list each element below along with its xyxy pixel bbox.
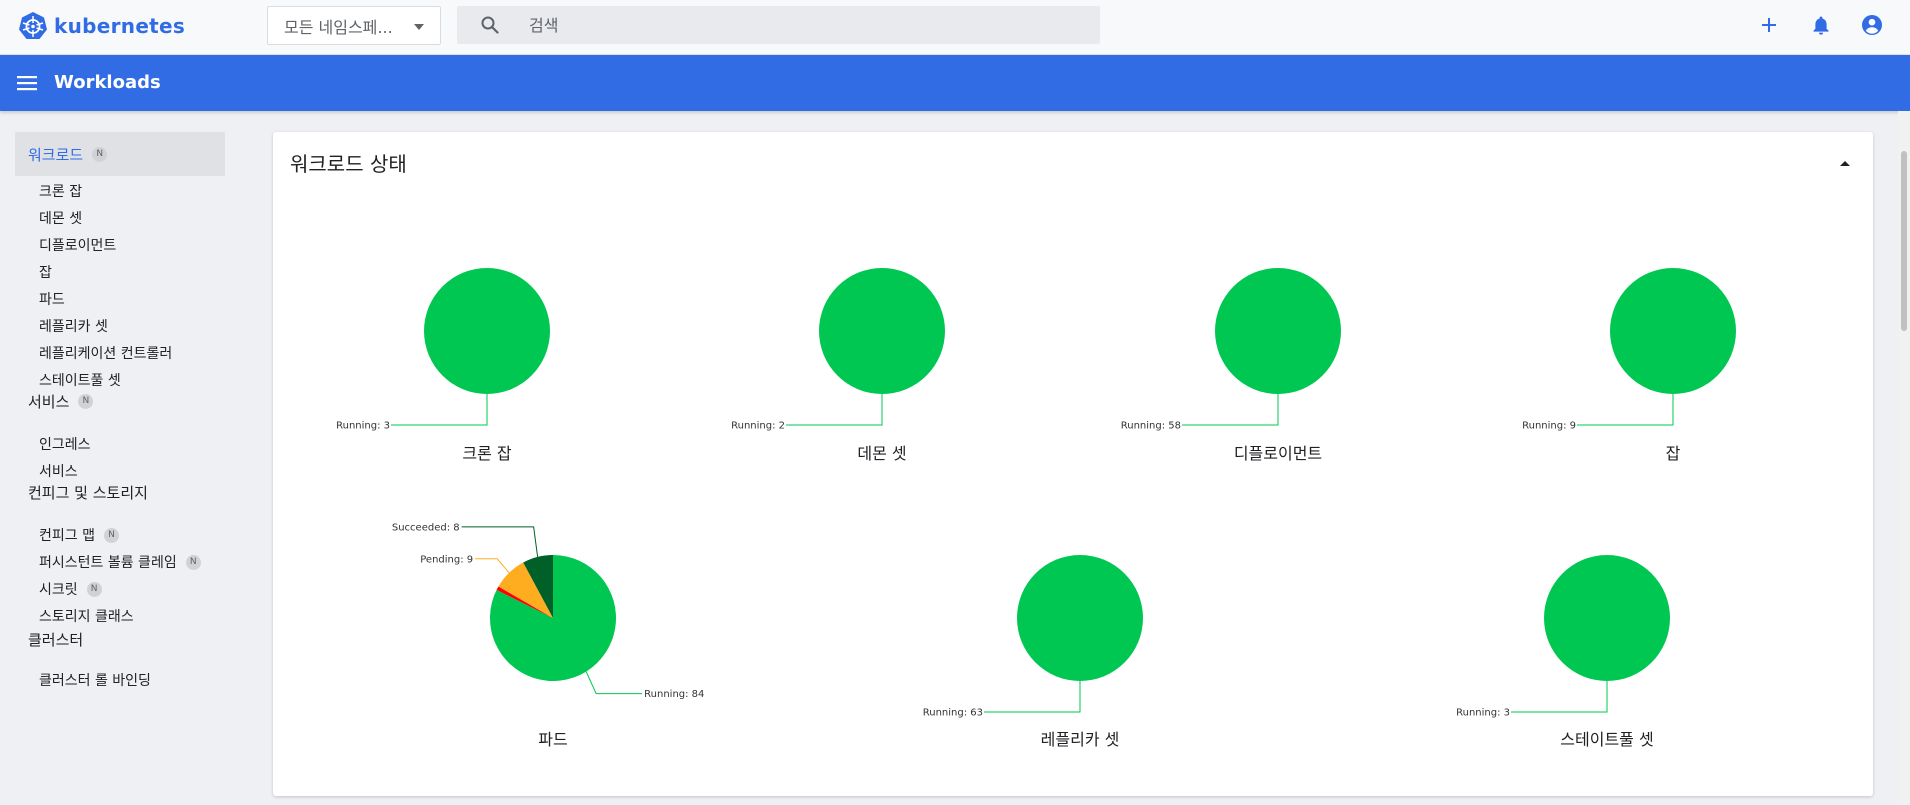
chart-7-slice-running bbox=[1544, 555, 1670, 681]
sidebar-section-cluster[interactable]: 클러스터 bbox=[15, 617, 225, 661]
chart-3-leader-running bbox=[1182, 394, 1279, 426]
namespaced-badge: N bbox=[86, 581, 102, 597]
chart-1-title[interactable]: 크론 잡 bbox=[462, 440, 511, 464]
workload-charts: Running: 3 Running: 2 Running: 58 Running: … bbox=[336, 268, 1736, 719]
chart-4-label-running: Running: 9 bbox=[1522, 421, 1576, 432]
chart-5-leader-pending bbox=[475, 558, 510, 574]
workload-status-card: 워크로드 상태 Running: 3 Running: 2 Running: 58 R… bbox=[273, 132, 1873, 796]
namespace-select[interactable]: 모든 네임스페... bbox=[267, 6, 441, 45]
caret-down-icon bbox=[414, 24, 424, 30]
chart-2-slice-running bbox=[819, 268, 945, 394]
sidebar-item-daemon-sets[interactable]: 데몬 셋 bbox=[39, 207, 82, 229]
chart-7-leader-running bbox=[1511, 681, 1608, 713]
chart-5-label-succeeded: Succeeded: 8 bbox=[392, 522, 460, 533]
sidebar-section-services[interactable]: 서비스 N bbox=[15, 379, 225, 423]
namespace-select-value: 모든 네임스페... bbox=[284, 17, 393, 37]
sidebar: 워크로드 N 크론 잡 데몬 셋 디플로이먼트 잡 파드 레플리카 셋 레플리케… bbox=[0, 111, 240, 805]
top-bar: kubernetes 모든 네임스페... bbox=[0, 0, 1910, 55]
chart-6-leader-running bbox=[984, 681, 1081, 713]
sidebar-item-label: 퍼시스턴트 볼륨 클레임 bbox=[39, 555, 177, 571]
chart-2-label-running: Running: 2 bbox=[731, 421, 785, 432]
chart-7-label-running: Running: 3 bbox=[1456, 708, 1510, 719]
chart-5-leader-succeeded bbox=[461, 526, 539, 557]
namespaced-badge: N bbox=[103, 527, 119, 543]
search-input[interactable] bbox=[529, 6, 1069, 44]
sidebar-section-label: 클러스터 bbox=[28, 630, 84, 649]
sidebar-section-label: 컨피그 및 스토리지 bbox=[28, 483, 148, 502]
kubernetes-wheel-icon bbox=[19, 12, 47, 39]
sidebar-item-config-maps[interactable]: 컨피그 맵 N bbox=[39, 524, 119, 546]
sidebar-item-cluster-role-bindings[interactable]: 클러스터 롤 바인딩 bbox=[39, 669, 151, 691]
namespaced-badge: N bbox=[185, 554, 201, 570]
sidebar-item-label: 시크릿 bbox=[39, 582, 78, 598]
chart-3-slice-running bbox=[1215, 268, 1341, 394]
sidebar-item-ingresses[interactable]: 인그레스 bbox=[39, 433, 91, 455]
sidebar-section-label: 워크로드 bbox=[28, 145, 84, 164]
sidebar-item-deployments[interactable]: 디플로이먼트 bbox=[39, 234, 116, 256]
chart-6-slice-running bbox=[1017, 555, 1143, 681]
sidebar-section-workloads[interactable]: 워크로드 N bbox=[15, 132, 225, 176]
menu-icon[interactable] bbox=[16, 73, 38, 93]
chart-2-title[interactable]: 데몬 셋 bbox=[857, 440, 906, 464]
sidebar-item-persistent-volume-claims[interactable]: 퍼시스턴트 볼륨 클레임 N bbox=[39, 551, 201, 573]
namespaced-badge: N bbox=[78, 393, 94, 409]
scrollbar-thumb[interactable] bbox=[1901, 151, 1907, 331]
brand-name: kubernetes bbox=[54, 14, 186, 38]
scrollbar[interactable] bbox=[1898, 111, 1910, 805]
account-icon[interactable] bbox=[1860, 13, 1884, 37]
chart-1-leader-running bbox=[391, 394, 488, 426]
chart-4-title[interactable]: 잡 bbox=[1666, 440, 1681, 464]
chart-4-leader-running bbox=[1577, 394, 1674, 426]
chart-5-label-pending: Pending: 9 bbox=[420, 554, 473, 565]
sidebar-item-label: 컨피그 맵 bbox=[39, 528, 95, 544]
sidebar-item-replica-sets[interactable]: 레플리카 셋 bbox=[39, 315, 108, 337]
chart-4-slice-running bbox=[1610, 268, 1736, 394]
chart-5-label-running: Running: 84 bbox=[644, 689, 704, 700]
search-icon[interactable] bbox=[481, 16, 499, 34]
sidebar-item-cron-jobs[interactable]: 크론 잡 bbox=[39, 180, 82, 202]
sidebar-item-secrets[interactable]: 시크릿 N bbox=[39, 578, 102, 600]
sidebar-section-label: 서비스 bbox=[28, 392, 70, 411]
sidebar-section-config-storage[interactable]: 컨피그 및 스토리지 bbox=[15, 470, 225, 514]
chart-1-slice-running bbox=[424, 268, 550, 394]
chart-7-title[interactable]: 스테이트풀 셋 bbox=[1560, 726, 1653, 750]
sidebar-item-jobs[interactable]: 잡 bbox=[39, 261, 52, 283]
chart-6-label-running: Running: 63 bbox=[923, 708, 983, 719]
app-bar: Workloads bbox=[0, 55, 1910, 111]
chart-6-title[interactable]: 레플리카 셋 bbox=[1041, 726, 1120, 750]
chart-3-label-running: Running: 58 bbox=[1121, 421, 1181, 432]
page-title: Workloads bbox=[54, 72, 161, 93]
chart-5-leader-running bbox=[585, 671, 643, 695]
namespaced-badge: N bbox=[92, 146, 108, 162]
add-icon[interactable] bbox=[1757, 13, 1781, 37]
chart-2-leader-running bbox=[786, 394, 883, 426]
chart-5-title[interactable]: 파드 bbox=[538, 726, 567, 750]
kubernetes-logo[interactable]: kubernetes bbox=[18, 10, 185, 42]
sidebar-item-replication-controllers[interactable]: 레플리케이션 컨트롤러 bbox=[39, 342, 172, 364]
sidebar-item-pods[interactable]: 파드 bbox=[39, 288, 65, 310]
notifications-icon[interactable] bbox=[1809, 13, 1833, 37]
chart-1-label-running: Running: 3 bbox=[336, 421, 390, 432]
chart-3-title[interactable]: 디플로이먼트 bbox=[1234, 440, 1322, 464]
search-bar bbox=[457, 6, 1100, 44]
